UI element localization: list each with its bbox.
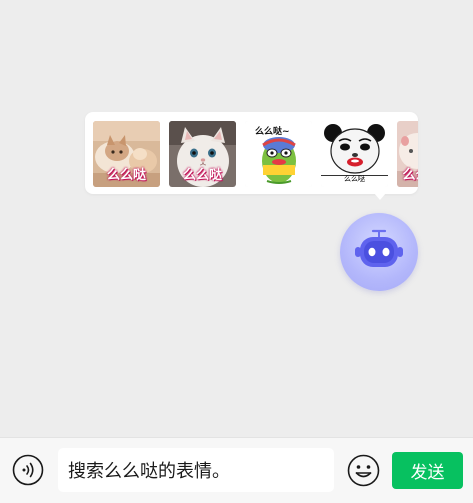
- sticker-item[interactable]: 么么哒: [169, 121, 236, 187]
- popup-pointer: [374, 193, 386, 200]
- sticker-suggestion-popup: 么么哒 么么哒 么么哒~ 么么哒 么: [85, 112, 418, 194]
- sticker-item[interactable]: 么么哒: [93, 121, 160, 187]
- voice-icon: [12, 454, 44, 486]
- sticker-caption: 么么哒: [344, 175, 365, 183]
- message-input[interactable]: 搜索么么哒的表情。: [58, 448, 334, 492]
- emoji-icon: [347, 454, 380, 487]
- sticker-caption: 么么哒: [182, 168, 222, 183]
- sticker-strip: 么么哒 么么哒 么么哒~ 么么哒 么: [93, 121, 418, 187]
- message-input-value: 搜索么么哒的表情。: [68, 461, 230, 482]
- sticker-caption: 么么哒: [106, 168, 146, 183]
- sticker-caption: 么么哒~: [255, 127, 290, 137]
- sticker-item[interactable]: 么么哒: [321, 121, 388, 187]
- chat-input-bar: 搜索么么哒的表情。 发送: [0, 437, 473, 503]
- send-button[interactable]: 发送: [392, 452, 463, 489]
- voice-button[interactable]: [12, 454, 44, 486]
- emoji-button[interactable]: [347, 454, 380, 487]
- sticker-item[interactable]: 么么哒~: [245, 121, 312, 187]
- assistant-bot-button[interactable]: [340, 213, 418, 291]
- robot-assistant-icon: [355, 229, 403, 267]
- sticker-caption: 么么: [402, 168, 418, 183]
- sticker-item[interactable]: 么么: [397, 121, 418, 187]
